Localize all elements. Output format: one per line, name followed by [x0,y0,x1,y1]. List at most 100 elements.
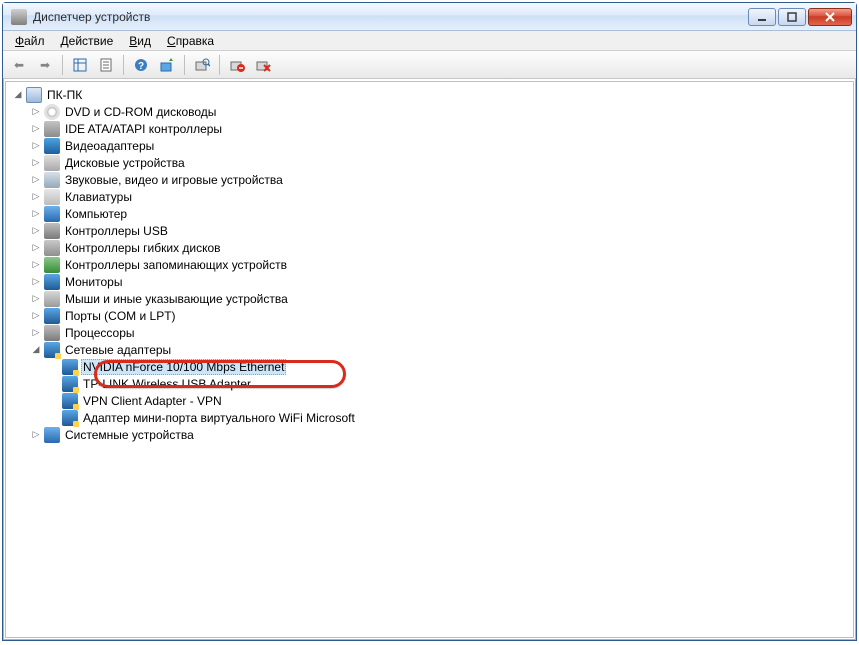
expand-icon[interactable]: ▷ [30,259,42,271]
tree-category-label[interactable]: Контроллеры USB [63,224,170,238]
tree-category-usb[interactable]: ▷ Контроллеры USB [30,222,851,239]
maximize-button[interactable] [778,8,806,26]
toolbar-forward-button[interactable]: ➡ [33,53,57,77]
toolbar-help-button[interactable]: ? [129,53,153,77]
tree-category-label[interactable]: Мониторы [63,275,124,289]
computer-icon [44,206,60,222]
tree-category-monitor[interactable]: ▷ Мониторы [30,273,851,290]
menu-view[interactable]: Вид [121,33,159,49]
usb-icon [44,223,60,239]
tree-category-dvd[interactable]: ▷ DVD и CD-ROM дисководы [30,103,851,120]
titlebar[interactable]: Диспетчер устройств [3,3,856,31]
tree-category-label[interactable]: DVD и CD-ROM дисководы [63,105,218,119]
window-title: Диспетчер устройств [33,10,150,24]
tree-device-net-tplink[interactable]: TP-LINK Wireless USB Adapter [48,375,851,392]
expand-icon[interactable]: ▷ [30,293,42,305]
toolbar-scan-button[interactable] [190,53,214,77]
toolbar-separator [123,55,124,75]
close-button[interactable] [808,8,852,26]
monitor-icon [44,274,60,290]
tree-device-label[interactable]: TP-LINK Wireless USB Adapter [81,377,253,391]
tree-category-label[interactable]: Дисковые устройства [63,156,187,170]
expand-icon[interactable]: ▷ [30,276,42,288]
tree-category-mouse[interactable]: ▷ Мыши и иные указывающие устройства [30,290,851,307]
tree-category-sound[interactable]: ▷ Звуковые, видео и игровые устройства [30,171,851,188]
expand-icon[interactable]: ▷ [30,157,42,169]
uninstall-icon [229,57,245,73]
tree-category-label[interactable]: Звуковые, видео и игровые устройства [63,173,285,187]
minimize-button[interactable] [748,8,776,26]
expand-icon[interactable]: ▷ [30,225,42,237]
tree-device-net-nvidia[interactable]: NVIDIA nForce 10/100 Mbps Ethernet [48,358,851,375]
svg-text:?: ? [138,61,144,72]
tree-category-label[interactable]: IDE ATA/ATAPI контроллеры [63,122,224,136]
tree-category-label[interactable]: Мыши и иные указывающие устройства [63,292,290,306]
ports-icon [44,308,60,324]
expand-icon[interactable]: ▷ [30,140,42,152]
device-manager-window: Диспетчер устройств Файл Действие Вид Сп… [2,2,857,641]
tree-category-keyboard[interactable]: ▷ Клавиатуры [30,188,851,205]
tree-root-node[interactable]: ◢ ПК-ПК [12,86,851,103]
collapse-icon[interactable]: ◢ [12,89,24,101]
expand-icon[interactable]: ▷ [30,242,42,254]
tree-category-cpu[interactable]: ▷ Процессоры [30,324,851,341]
tree-category-label[interactable]: Системные устройства [63,428,196,442]
tree-category-system[interactable]: ▷ Системные устройства [30,426,851,443]
tree-device-label[interactable]: NVIDIA nForce 10/100 Mbps Ethernet [81,359,286,375]
toolbar-uninstall-button[interactable] [225,53,249,77]
network-adapter-icon [62,376,78,392]
tree-device-label[interactable]: VPN Client Adapter - VPN [81,394,224,408]
tree-device-label[interactable]: Адаптер мини-порта виртуального WiFi Mic… [81,411,357,425]
tree-device-net-msvwifi[interactable]: Адаптер мини-порта виртуального WiFi Mic… [48,409,851,426]
tree-category-computer[interactable]: ▷ Компьютер [30,205,851,222]
tree-category-label[interactable]: Порты (COM и LPT) [63,309,178,323]
tree-category-label[interactable]: Компьютер [63,207,129,221]
menu-action[interactable]: Действие [53,33,122,49]
expand-icon[interactable]: ▷ [30,310,42,322]
system-icon [44,427,60,443]
tree-category-pnp[interactable]: ▷ Контроллеры запоминающих устройств [30,256,851,273]
tree-device-net-vpn[interactable]: VPN Client Adapter - VPN [48,392,851,409]
toolbar-disable-button[interactable] [251,53,275,77]
tree-category-label[interactable]: Контроллеры запоминающих устройств [63,258,289,272]
toolbar-separator [184,55,185,75]
toolbar-back-button[interactable]: ⬅ [7,53,31,77]
expand-icon[interactable]: ▷ [30,327,42,339]
collapse-icon[interactable]: ◢ [30,344,42,356]
keyboard-icon [44,189,60,205]
net-icon [44,342,60,358]
toolbar-show-hide-button[interactable] [68,53,92,77]
expand-icon[interactable]: ▷ [30,106,42,118]
tree-category-video[interactable]: ▷ Видеоадаптеры [30,137,851,154]
toolbar-properties-button[interactable] [94,53,118,77]
tree-category-label[interactable]: Видеоадаптеры [63,139,156,153]
tree-category-disk[interactable]: ▷ Дисковые устройства [30,154,851,171]
expand-icon[interactable]: ▷ [30,429,42,441]
tree-category-net[interactable]: ◢ Сетевые адаптеры [30,341,851,358]
tree-category-ide[interactable]: ▷ IDE ATA/ATAPI контроллеры [30,120,851,137]
menu-help[interactable]: Справка [159,33,222,49]
device-tree: ◢ ПК-ПК ▷ DVD и CD-ROM дисководы ▷ IDE ATA/… [8,86,851,443]
tree-pane[interactable]: ◢ ПК-ПК ▷ DVD и CD-ROM дисководы ▷ IDE ATA/… [5,81,854,638]
expand-icon[interactable]: ▷ [30,191,42,203]
video-icon [44,138,60,154]
expand-icon[interactable]: ▷ [30,208,42,220]
sound-icon [44,172,60,188]
tree-category-label[interactable]: Клавиатуры [63,190,134,204]
tree-category-label[interactable]: Сетевые адаптеры [63,343,173,357]
menu-file[interactable]: Файл [7,33,53,49]
floppy-icon [44,240,60,256]
network-adapter-icon [62,410,78,426]
properties-icon [98,57,114,73]
toolbar-update-driver-button[interactable] [155,53,179,77]
tree-category-label[interactable]: Контроллеры гибких дисков [63,241,223,255]
tree-category-floppy[interactable]: ▷ Контроллеры гибких дисков [30,239,851,256]
toolbar: ⬅ ➡ ? [3,51,856,79]
tree-category-ports[interactable]: ▷ Порты (COM и LPT) [30,307,851,324]
tree-root-label[interactable]: ПК-ПК [45,88,84,102]
expand-icon[interactable]: ▷ [30,123,42,135]
arrow-left-icon: ⬅ [14,58,24,72]
expand-icon[interactable]: ▷ [30,174,42,186]
network-adapter-icon [62,359,78,375]
tree-category-label[interactable]: Процессоры [63,326,137,340]
